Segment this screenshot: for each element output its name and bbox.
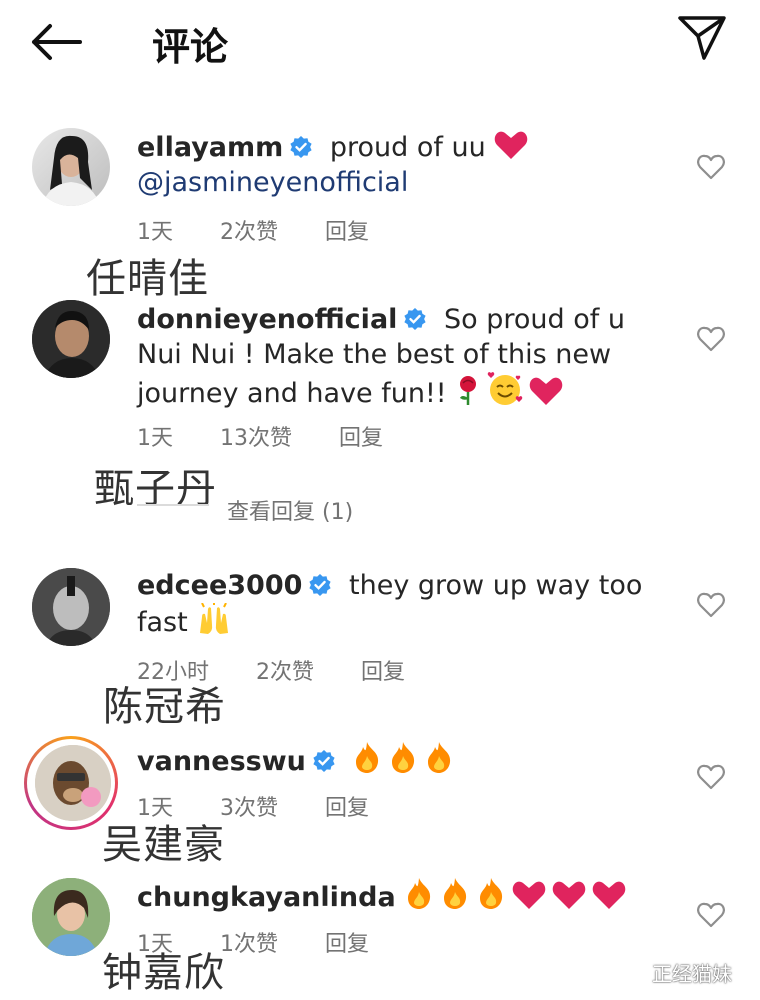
like-count[interactable]: 3次赞 — [220, 790, 278, 822]
fire-icon — [408, 878, 431, 909]
heart-outline-icon[interactable] — [697, 764, 725, 790]
red-heart-icon — [592, 881, 626, 909]
reply-divider — [137, 504, 209, 506]
reply-button[interactable]: 回复 — [339, 420, 383, 452]
comment-username[interactable]: vannesswu — [137, 746, 306, 777]
watermark: 正经猫妹 — [652, 962, 732, 986]
comment-text: proud of uu — [321, 132, 486, 163]
rose-icon — [460, 376, 477, 405]
fire-icon — [392, 742, 415, 773]
name-overlay: 任晴佳 — [86, 256, 209, 302]
back-arrow-icon[interactable] — [30, 22, 82, 62]
avatar[interactable] — [32, 568, 110, 646]
verified-badge-icon — [309, 574, 332, 596]
avatar-portrait-icon — [42, 135, 100, 206]
like-count[interactable]: 1次赞 — [220, 926, 278, 958]
heart-outline-icon[interactable] — [697, 154, 725, 180]
comment-time: 1天 — [137, 426, 173, 451]
raising-hands-icon — [200, 603, 229, 634]
like-count[interactable]: 2次赞 — [256, 654, 314, 686]
verified-badge-icon — [313, 750, 335, 772]
like-count[interactable]: 13次赞 — [220, 420, 292, 452]
reply-button[interactable]: 回复 — [361, 654, 405, 686]
red-heart-icon — [529, 377, 563, 405]
reply-button[interactable]: 回复 — [325, 790, 369, 822]
avatar[interactable] — [32, 878, 110, 956]
like-count[interactable]: 2次赞 — [220, 214, 278, 246]
name-overlay: 钟嘉欣 — [102, 950, 225, 996]
fire-icon — [356, 742, 379, 773]
avatar-portrait-icon — [32, 568, 110, 646]
avatar-portrait-icon — [32, 878, 110, 956]
reply-button[interactable]: 回复 — [325, 926, 369, 958]
avatar[interactable] — [35, 745, 111, 821]
fire-icon — [444, 878, 467, 909]
avatar-portrait-icon — [32, 300, 110, 378]
send-icon[interactable] — [676, 14, 728, 60]
smiling-face-with-hearts-icon — [487, 372, 523, 405]
comment-time: 1天 — [137, 220, 173, 245]
mention-link[interactable]: @jasmineyenofficial — [137, 167, 408, 198]
heart-outline-icon[interactable] — [697, 592, 725, 618]
heart-outline-icon[interactable] — [697, 326, 725, 352]
comment-username[interactable]: chungkayanlinda — [137, 882, 396, 913]
red-heart-icon — [495, 131, 528, 159]
heart-outline-icon[interactable] — [697, 902, 725, 928]
fire-icon — [428, 742, 451, 773]
verified-badge-icon — [290, 136, 312, 158]
comment-username[interactable]: ellayamm — [137, 132, 283, 163]
comment-username[interactable]: edcee3000 — [137, 570, 302, 601]
red-heart-icon — [552, 881, 586, 909]
name-overlay: 吴建豪 — [102, 822, 225, 868]
view-replies-button[interactable]: 查看回复 (1) — [227, 494, 353, 526]
red-heart-icon — [512, 881, 546, 909]
ape-avatar-icon — [35, 745, 111, 821]
name-overlay: 陈冠希 — [103, 684, 226, 730]
page-title: 评论 — [152, 25, 229, 69]
avatar[interactable] — [32, 300, 110, 378]
reply-button[interactable]: 回复 — [325, 214, 369, 246]
comment-username[interactable]: donnieyenofficial — [137, 304, 397, 335]
fire-icon — [480, 878, 503, 909]
verified-badge-icon — [404, 308, 427, 330]
avatar[interactable] — [32, 128, 110, 206]
